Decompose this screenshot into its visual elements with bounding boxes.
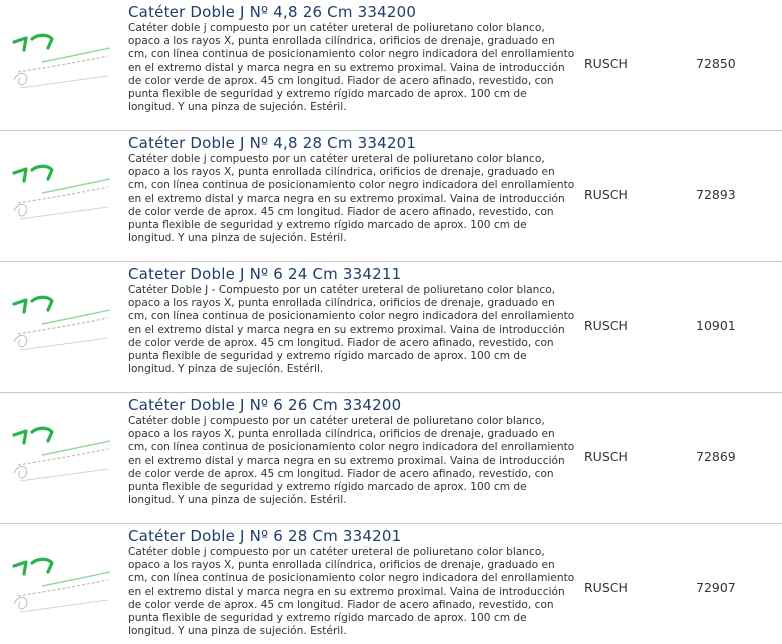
catheter-image-icon bbox=[8, 159, 112, 231]
product-row: Catéter Doble J Nº 4,8 26 Cm 334200 Caté… bbox=[0, 0, 782, 131]
product-title[interactable]: Cateter Doble J Nº 6 24 Cm 334211 bbox=[128, 265, 568, 283]
product-list: Catéter Doble J Nº 4,8 26 Cm 334200 Caté… bbox=[0, 0, 782, 644]
product-description: Catéter doble j compuesto por un catéter… bbox=[128, 153, 575, 245]
product-row: Catéter Doble J Nº 6 26 Cm 334200 Catéte… bbox=[0, 393, 782, 524]
product-row: Cateter Doble J Nº 6 24 Cm 334211 Catéte… bbox=[0, 262, 782, 393]
product-title[interactable]: Catéter Doble J Nº 4,8 26 Cm 334200 bbox=[128, 3, 568, 21]
product-code: 72907 bbox=[696, 580, 736, 595]
product-code: 72850 bbox=[696, 56, 736, 71]
catheter-product-image[interactable] bbox=[8, 290, 112, 362]
product-title[interactable]: Catéter Doble J Nº 6 26 Cm 334200 bbox=[128, 396, 568, 414]
product-description: Catéter doble j compuesto por un catéter… bbox=[128, 546, 575, 638]
product-brand: RUSCH bbox=[584, 318, 628, 333]
product-description: Catéter doble j compuesto por un catéter… bbox=[128, 22, 575, 114]
product-row: Catéter Doble J Nº 4,8 28 Cm 334201 Caté… bbox=[0, 131, 782, 262]
product-brand: RUSCH bbox=[584, 449, 628, 464]
catheter-image-icon bbox=[8, 421, 112, 493]
product-row: Catéter Doble J Nº 6 28 Cm 334201 Catéte… bbox=[0, 524, 782, 644]
product-title[interactable]: Catéter Doble J Nº 4,8 28 Cm 334201 bbox=[128, 134, 568, 152]
catheter-image-icon bbox=[8, 290, 112, 362]
product-description: Catéter doble j compuesto por un catéter… bbox=[128, 415, 575, 507]
catheter-product-image[interactable] bbox=[8, 421, 112, 493]
catheter-product-image[interactable] bbox=[8, 28, 112, 100]
product-title[interactable]: Catéter Doble J Nº 6 28 Cm 334201 bbox=[128, 527, 568, 545]
product-brand: RUSCH bbox=[584, 187, 628, 202]
product-brand: RUSCH bbox=[584, 580, 628, 595]
product-description: Catéter Doble J - Compuesto por un catét… bbox=[128, 284, 575, 376]
catheter-image-icon bbox=[8, 28, 112, 100]
product-code: 10901 bbox=[696, 318, 736, 333]
catheter-product-image[interactable] bbox=[8, 552, 112, 624]
product-code: 72893 bbox=[696, 187, 736, 202]
catheter-image-icon bbox=[8, 552, 112, 624]
product-code: 72869 bbox=[696, 449, 736, 464]
catheter-product-image[interactable] bbox=[8, 159, 112, 231]
product-brand: RUSCH bbox=[584, 56, 628, 71]
